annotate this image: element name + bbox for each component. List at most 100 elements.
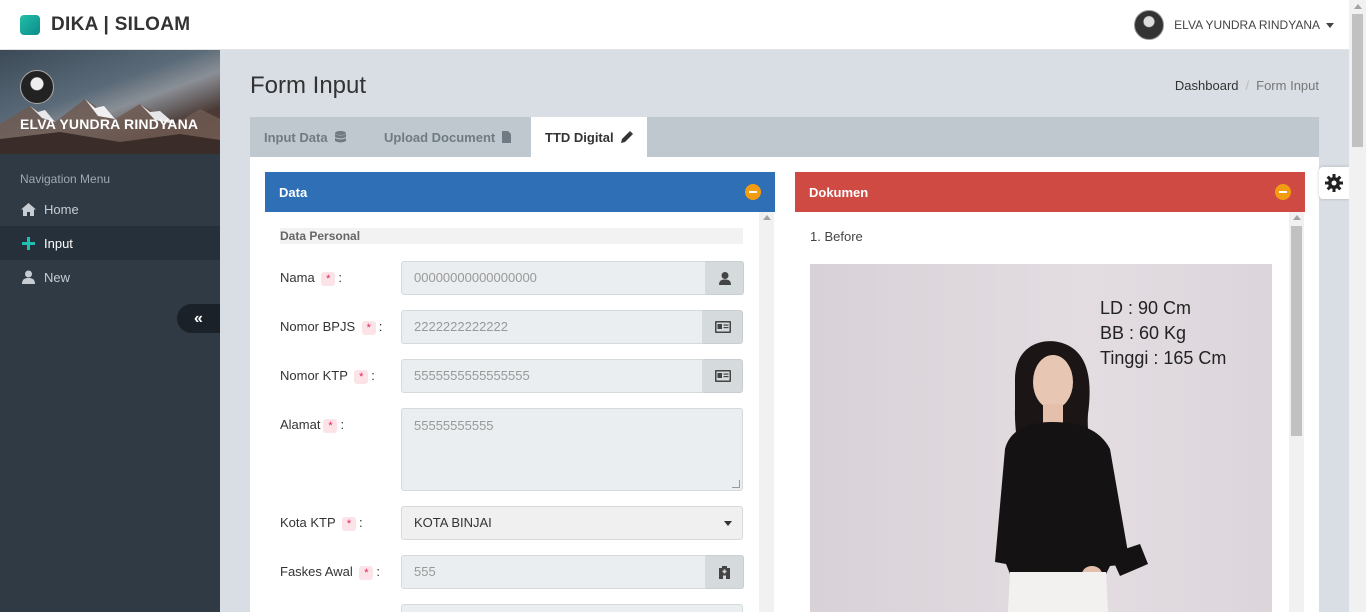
settings-button[interactable] xyxy=(1319,167,1349,199)
next-field[interactable] xyxy=(401,604,743,612)
user-icon xyxy=(20,270,36,284)
avatar[interactable] xyxy=(20,70,54,104)
bpjs-input-group: 2222222222222 xyxy=(401,310,743,344)
form-row-alamat: Alamat *: 55555555555 xyxy=(280,408,743,491)
collapse-toggle-icon[interactable] xyxy=(745,184,761,200)
tab-label: Input Data xyxy=(264,129,328,145)
photo-caption-bb: BB : 60 Kg xyxy=(1100,323,1187,343)
scroll-thumb[interactable] xyxy=(1291,226,1302,436)
breadcrumb: Dashboard / Form Input xyxy=(1174,78,1319,93)
required-mark: * xyxy=(342,517,357,531)
user-menu[interactable]: ELVA YUNDRA RINDYANA xyxy=(1134,10,1334,40)
faskes-input-group: 555 xyxy=(401,555,744,589)
field-label: Nomor BPJS *: xyxy=(280,319,382,335)
nama-input-group: 00000000000000000 xyxy=(401,261,744,295)
label-text: Nama xyxy=(280,270,315,285)
id-card-icon xyxy=(703,359,743,393)
scroll-up-icon[interactable] xyxy=(763,215,771,220)
alamat-textarea[interactable]: 55555555555 xyxy=(401,408,743,491)
scroll-up-icon[interactable] xyxy=(1293,215,1301,220)
gear-icon xyxy=(1325,174,1343,192)
label-text: Nomor KTP xyxy=(280,368,348,383)
top-header: DIKA | SILOAM ELVA YUNDRA RINDYANA xyxy=(0,0,1349,50)
ktp-input-group: 5555555555555555 xyxy=(401,359,743,393)
tab-label: TTD Digital xyxy=(545,129,614,145)
breadcrumb-current: Form Input xyxy=(1256,78,1319,93)
user-icon xyxy=(706,261,744,295)
form-row-ktp: Nomor KTP *: 5555555555555555 xyxy=(280,359,743,393)
form-row-faskes: Faskes Awal *: 555 xyxy=(280,555,744,589)
file-icon xyxy=(502,131,512,143)
nama-field[interactable]: 00000000000000000 xyxy=(401,261,706,295)
panel-title: Dokumen xyxy=(809,184,869,200)
page-title: Form Input xyxy=(250,72,367,99)
sidebar-item-input[interactable]: Input xyxy=(0,226,220,260)
brand-title: DIKA | SILOAM xyxy=(51,14,191,35)
tab-input-data[interactable]: Input Data xyxy=(250,117,360,157)
bpjs-field[interactable]: 2222222222222 xyxy=(401,310,703,344)
section-label: Data Personal xyxy=(280,228,743,244)
colon: : xyxy=(378,319,383,334)
faskes-field[interactable]: 555 xyxy=(401,555,706,589)
tab-label: Upload Document xyxy=(384,129,496,145)
id-card-icon xyxy=(703,310,743,344)
document-panel-body: 1. Before LD: 90 Cm BB: 60 Kg Tinggi:… xyxy=(795,212,1305,612)
sidebar-item-home[interactable]: Home xyxy=(0,192,220,226)
required-mark: * xyxy=(323,419,338,433)
chevron-down-icon xyxy=(724,521,732,526)
main-content: Form Input Dashboard / Form Input Input Da… xyxy=(220,50,1349,612)
scroll-up-icon[interactable] xyxy=(1354,4,1362,9)
required-mark: * xyxy=(354,370,369,384)
sidebar-item-label: New xyxy=(44,269,71,285)
photo-caption-tinggi: Tinggi : 165 Cm xyxy=(1100,348,1227,368)
document-panel-scrollbar[interactable] xyxy=(1289,212,1304,612)
avatar xyxy=(1134,10,1165,40)
data-panel-scrollbar[interactable] xyxy=(759,212,774,612)
label-text: Nomor BPJS xyxy=(280,319,356,334)
tab-bar: Input Data Upload Document TTD Digital xyxy=(250,117,1319,157)
colon: : xyxy=(359,515,363,530)
tab-content: Data Data Personal Nama *: 0000000000000… xyxy=(250,157,1319,612)
kota-select[interactable]: KOTA BINJAI xyxy=(401,506,743,540)
document-panel-header: Dokumen xyxy=(795,172,1305,212)
double-chevron-left-icon: « xyxy=(194,309,203,327)
sidebar-collapse-button[interactable]: « xyxy=(177,304,220,333)
required-mark: * xyxy=(359,566,374,580)
colon: : xyxy=(371,368,375,383)
breadcrumb-dashboard[interactable]: Dashboard xyxy=(1175,78,1239,93)
label-text: Alamat xyxy=(280,417,321,432)
user-name: ELVA YUNDRA RINDYANA xyxy=(1174,18,1320,32)
form-row-next xyxy=(280,604,743,612)
colon: : xyxy=(340,417,345,432)
resize-grip-icon[interactable] xyxy=(732,480,740,488)
scroll-thumb[interactable] xyxy=(1352,14,1363,147)
nav-header: Navigation Menu xyxy=(20,172,111,186)
hospital-icon xyxy=(706,555,744,589)
form-row-bpjs: Nomor BPJS *: 2222222222222 xyxy=(280,310,743,344)
before-photo: LD : 90 Cm BB : 60 Kg Tinggi : 165 Cm xyxy=(810,264,1272,612)
required-mark: * xyxy=(321,272,336,286)
sidebar-item-new[interactable]: New xyxy=(0,260,220,294)
sidebar-profile: ELVA YUNDRA RINDYANA xyxy=(0,50,220,154)
sidebar-item-label: Home xyxy=(44,201,79,217)
caret-down-icon xyxy=(1326,22,1334,28)
brand-logo-icon xyxy=(20,15,40,35)
document-panel: Dokumen 1. Before LD: 90 Cm BB: 60 Kg … xyxy=(795,172,1305,612)
tab-ttd-digital[interactable]: TTD Digital xyxy=(531,117,647,157)
field-label: Alamat *: xyxy=(280,417,344,433)
field-label: Faskes Awal *: xyxy=(280,564,380,580)
colon: : xyxy=(338,270,342,285)
plus-icon xyxy=(20,236,36,250)
required-mark: * xyxy=(361,321,376,335)
alamat-value: 55555555555 xyxy=(414,418,494,433)
field-label: Nomor KTP *: xyxy=(280,368,375,384)
page-scrollbar[interactable] xyxy=(1349,0,1366,612)
form-row-nama: Nama *: 00000000000000000 xyxy=(280,261,744,295)
ktp-field[interactable]: 5555555555555555 xyxy=(401,359,703,393)
data-panel: Data Data Personal Nama *: 0000000000000… xyxy=(265,172,775,612)
collapse-toggle-icon[interactable] xyxy=(1275,184,1291,200)
brand[interactable]: DIKA | SILOAM xyxy=(20,14,190,36)
label-text: Faskes Awal xyxy=(280,564,353,579)
field-label: Kota KTP *: xyxy=(280,515,363,531)
tab-upload-document[interactable]: Upload Document xyxy=(370,117,525,157)
